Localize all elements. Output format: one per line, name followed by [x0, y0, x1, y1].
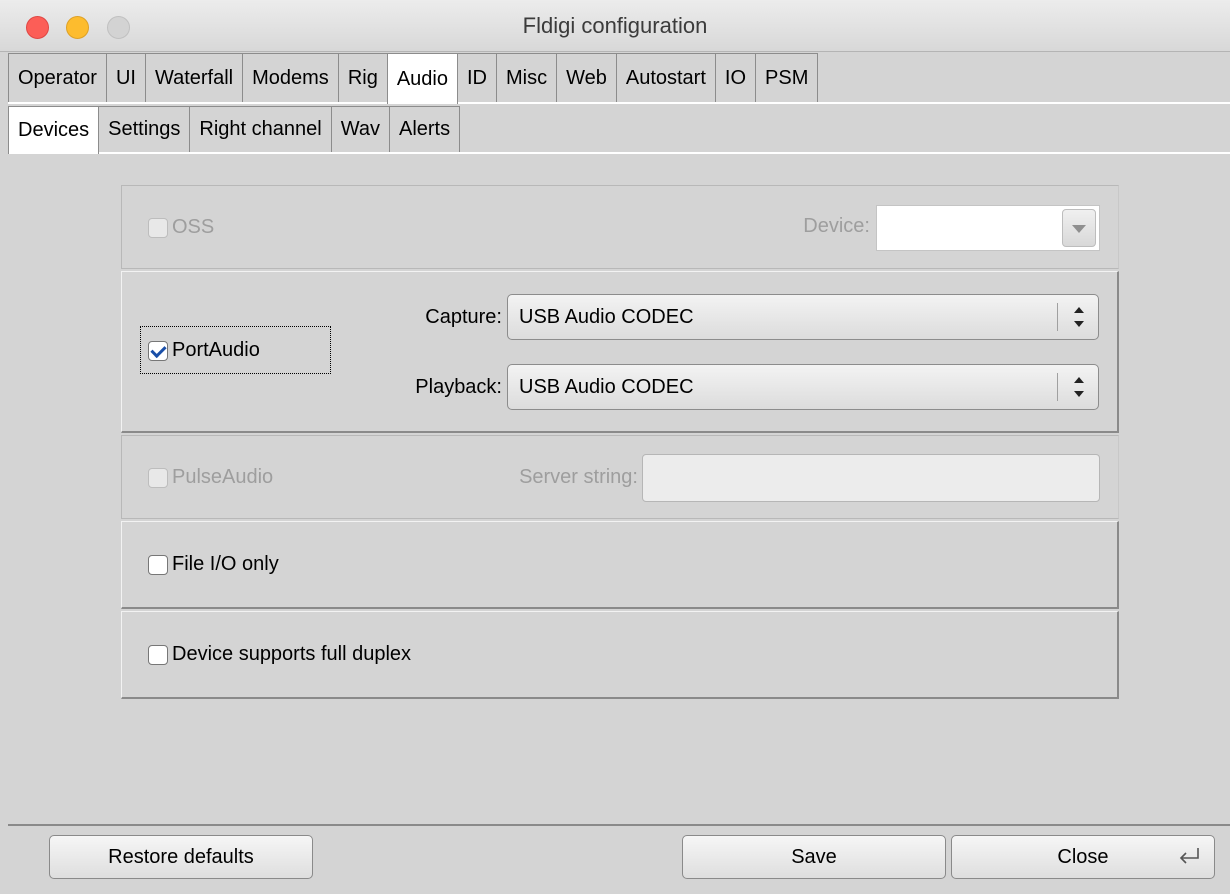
file-io-checkbox-box[interactable] — [148, 554, 168, 575]
oss-device-combo[interactable] — [876, 205, 1100, 251]
tab-audio[interactable]: Audio — [386, 53, 458, 104]
oss-device-label: Device: — [803, 215, 870, 237]
tab-modems[interactable]: Modems — [242, 53, 339, 102]
file-io-group: File I/O only — [121, 521, 1119, 609]
devices-panel: OSS Device: PortAudio Capture: USB Audio… — [8, 155, 1230, 826]
title-bar: Fldigi configuration — [0, 0, 1230, 52]
full-duplex-group: Device supports full duplex — [121, 611, 1119, 699]
playback-select[interactable]: USB Audio CODEC — [507, 364, 1099, 410]
restore-defaults-button[interactable]: Restore defaults — [49, 835, 313, 879]
subtab-wav[interactable]: Wav — [330, 106, 390, 152]
select-divider — [1057, 303, 1058, 331]
main-tab-bar: Operator UI Waterfall Modems Rig Audio I… — [8, 53, 1230, 104]
tab-web[interactable]: Web — [556, 53, 617, 102]
subtab-settings[interactable]: Settings — [98, 106, 191, 152]
close-button-label: Close — [1057, 845, 1109, 868]
capture-value: USB Audio CODEC — [519, 305, 694, 328]
select-divider — [1057, 373, 1058, 401]
tab-rig[interactable]: Rig — [337, 53, 388, 102]
file-io-label: File I/O only — [172, 553, 279, 575]
updown-arrows-icon — [1070, 374, 1088, 400]
full-duplex-checkbox[interactable]: Device supports full duplex — [148, 643, 411, 666]
pulseaudio-group: PulseAudio Server string: — [121, 435, 1119, 519]
oss-group: OSS Device: — [121, 185, 1119, 269]
oss-checkbox-box[interactable] — [148, 217, 168, 238]
tab-psm[interactable]: PSM — [755, 53, 819, 102]
updown-arrows-icon — [1070, 304, 1088, 330]
subtab-alerts[interactable]: Alerts — [388, 106, 461, 152]
playback-label: Playback: — [415, 376, 502, 398]
portaudio-group: PortAudio Capture: USB Audio CODEC Playb… — [121, 271, 1119, 433]
tab-operator[interactable]: Operator — [8, 53, 107, 102]
sub-tab-bar: Devices Settings Right channel Wav Alert… — [8, 106, 1230, 154]
save-button[interactable]: Save — [682, 835, 946, 879]
subtab-devices[interactable]: Devices — [8, 106, 100, 154]
tab-id[interactable]: ID — [456, 53, 497, 102]
pulseaudio-checkbox-box[interactable] — [148, 467, 168, 488]
button-bar: Restore defaults Save Close — [8, 824, 1230, 894]
portaudio-checkbox[interactable]: PortAudio — [148, 339, 260, 362]
server-string-label: Server string: — [519, 466, 638, 488]
oss-checkbox[interactable]: OSS — [148, 216, 214, 239]
close-button[interactable]: Close — [951, 835, 1215, 879]
file-io-checkbox[interactable]: File I/O only — [148, 553, 279, 576]
tab-misc[interactable]: Misc — [495, 53, 558, 102]
dropdown-arrow-icon[interactable] — [1062, 209, 1096, 247]
full-duplex-label: Device supports full duplex — [172, 643, 412, 665]
oss-label: OSS — [172, 216, 215, 238]
tab-ui[interactable]: UI — [105, 53, 146, 102]
enter-key-icon — [1179, 848, 1199, 864]
full-duplex-checkbox-box[interactable] — [148, 644, 168, 665]
pulseaudio-label: PulseAudio — [172, 466, 274, 488]
capture-select[interactable]: USB Audio CODEC — [507, 294, 1099, 340]
portaudio-label: PortAudio — [172, 339, 260, 361]
tab-io[interactable]: IO — [714, 53, 757, 102]
capture-label: Capture: — [425, 306, 502, 328]
tab-waterfall[interactable]: Waterfall — [144, 53, 244, 102]
portaudio-checkbox-box[interactable] — [148, 340, 168, 361]
window-title: Fldigi configuration — [522, 13, 708, 38]
subtab-right-channel[interactable]: Right channel — [189, 106, 332, 152]
server-string-input[interactable] — [642, 454, 1100, 502]
tab-autostart[interactable]: Autostart — [615, 53, 716, 102]
playback-value: USB Audio CODEC — [519, 375, 694, 398]
pulseaudio-checkbox[interactable]: PulseAudio — [148, 466, 273, 489]
